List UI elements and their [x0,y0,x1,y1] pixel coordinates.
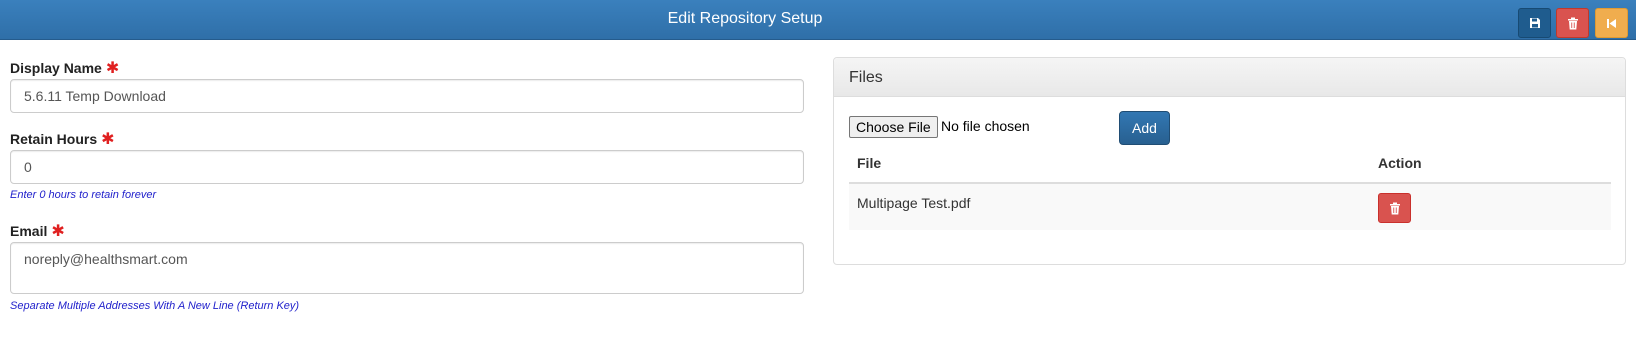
floppy-disk-icon [1529,18,1540,28]
save-button[interactable] [1518,8,1551,38]
files-panel: Files Choose File No file chosen Add Fil… [833,57,1626,265]
column-header-file: File [857,155,882,171]
required-icon: ✱ [101,131,115,148]
step-backward-icon [1607,18,1616,28]
header-bar: Edit Repository Setup [0,0,1636,40]
page-title: Edit Repository Setup [667,10,823,27]
email-textarea[interactable]: noreply@healthsmart.com [10,242,804,294]
display-name-label-text: Display Name [10,60,102,76]
file-status-text: No file chosen [941,118,1030,134]
email-help: Separate Multiple Addresses With A New L… [10,300,300,312]
email-label: Email ✱ [10,221,65,241]
file-name-cell: Multipage Test.pdf [857,195,971,211]
choose-file-button[interactable]: Choose File [849,116,938,138]
add-file-button[interactable]: Add [1119,111,1170,145]
retain-hours-label-text: Retain Hours [10,131,98,147]
trash-icon [1567,17,1578,29]
files-panel-title: Files [834,58,1625,97]
back-button[interactable] [1595,8,1628,38]
delete-button[interactable] [1556,8,1589,38]
display-name-input[interactable] [10,79,804,113]
table-row: Multipage Test.pdf [849,184,1611,230]
retain-hours-help: Enter 0 hours to retain forever [10,189,157,201]
display-name-label: Display Name ✱ [10,58,119,78]
required-icon: ✱ [51,223,65,240]
trash-icon [1389,202,1400,214]
retain-hours-label: Retain Hours ✱ [10,129,115,149]
retain-hours-input[interactable] [10,150,804,184]
required-icon: ✱ [105,60,120,77]
email-label-text: Email [10,223,48,239]
column-header-action: Action [1378,155,1422,171]
delete-file-button[interactable] [1378,193,1411,223]
